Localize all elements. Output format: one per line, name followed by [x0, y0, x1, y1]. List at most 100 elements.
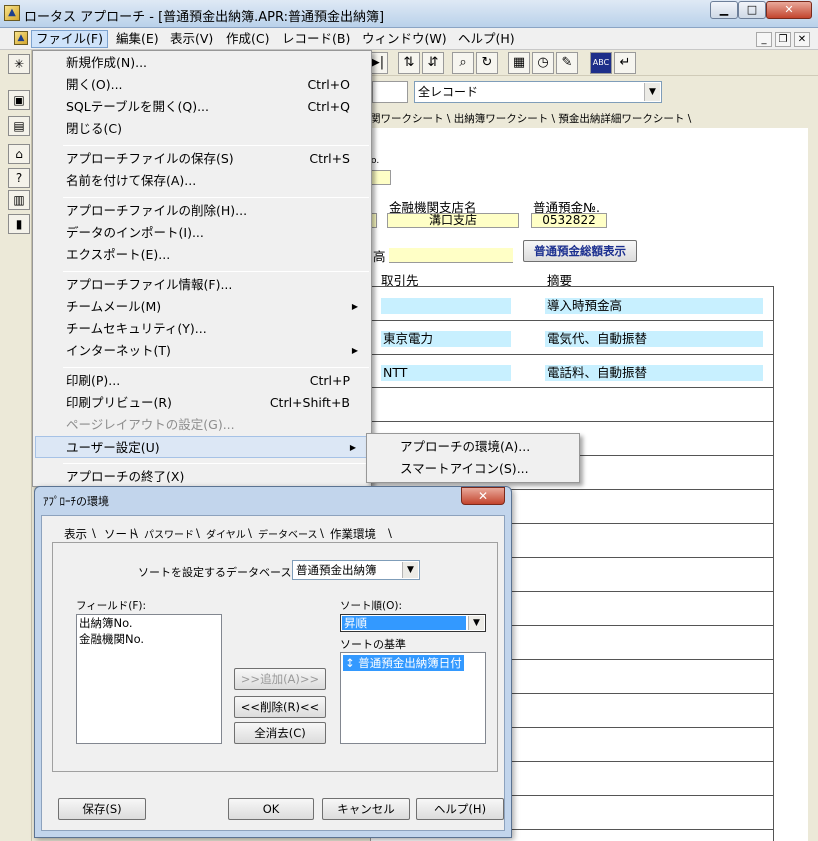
tab-work-environment[interactable]: 作業環境 [330, 526, 376, 542]
menu-item-print-preview[interactable]: 印刷プリビュー(R) Ctrl+Shift+B [34, 392, 370, 414]
menu-record[interactable]: レコード(B) [278, 30, 354, 48]
list-item[interactable]: ↕ 普通預金出納簿日付 [343, 655, 464, 671]
menu-item-user-settings[interactable]: ユーザー設定(U) ▶ [35, 436, 369, 458]
no-field-fragment[interactable] [371, 170, 391, 185]
document-icon[interactable]: ▲ [14, 31, 28, 45]
app-icon[interactable]: ▲ [4, 5, 20, 21]
fields-listbox[interactable]: 出納簿No. 金融機関No. [76, 614, 222, 744]
sort-basis-listbox[interactable]: ↕ 普通預金出納簿日付 [340, 652, 486, 744]
menu-item-save[interactable]: アプローチファイルの保存(S) Ctrl+S [34, 148, 370, 170]
new-record-icon[interactable]: ✳ [8, 54, 30, 74]
browse-icon[interactable]: ▤ [8, 116, 30, 136]
record-counter-field[interactable] [372, 81, 408, 103]
tab-dial[interactable]: ダイヤル [206, 526, 246, 541]
table-row-divider [370, 354, 774, 355]
chart-icon[interactable]: ▮ [8, 214, 30, 234]
partner-cell[interactable] [381, 298, 511, 314]
refresh-icon[interactable]: ↻ [476, 52, 498, 74]
submenu-item-environment[interactable]: アプローチの環境(A)... [368, 436, 578, 458]
remove-button[interactable]: <<削除(R)<< [234, 696, 326, 718]
dialog-close-icon[interactable]: ✕ [461, 487, 505, 505]
maximize-icon[interactable]: □ [738, 1, 766, 19]
tab-password[interactable]: パスワード [144, 526, 194, 541]
spellcheck-icon[interactable]: ABC [590, 52, 612, 74]
worksheet-tabs[interactable]: 関ワークシート \ 出納簿ワークシート \ 預金出納詳細ワークシート \ [370, 111, 691, 128]
find-icon[interactable]: ⌕ [452, 52, 474, 74]
user-settings-submenu: アプローチの環境(A)... スマートアイコン(S)... [366, 433, 580, 483]
menu-item-open-sql[interactable]: SQLテーブルを開く(Q)... Ctrl+Q [34, 96, 370, 118]
balance-field[interactable] [389, 248, 513, 263]
menu-item-new[interactable]: 新規作成(N)... [34, 52, 370, 74]
help-button[interactable]: ヘルプ(H) [416, 798, 504, 820]
menu-item-print[interactable]: 印刷(P)... Ctrl+P [34, 370, 370, 392]
menu-item-internet[interactable]: インターネット(T) ▶ [34, 340, 370, 362]
open-file-icon[interactable]: ▣ [8, 90, 30, 110]
total-balance-button[interactable]: 普通預金総額表示 [523, 240, 637, 262]
table-row-divider [370, 286, 774, 287]
menu-item-team-security[interactable]: チームセキュリティ(Y)... [34, 318, 370, 340]
database-select[interactable]: 普通預金出納簿 ▼ [292, 560, 420, 580]
close-icon[interactable]: ✕ [766, 1, 812, 19]
menu-item-team-mail[interactable]: チームメール(M) ▶ [34, 296, 370, 318]
list-item[interactable]: 出納簿No. [77, 615, 221, 631]
menu-edit[interactable]: 編集(E) [112, 30, 163, 48]
submenu-arrow-icon: ▶ [351, 302, 358, 311]
menu-view[interactable]: 表示(V) [166, 30, 217, 48]
summary-cell[interactable]: 電話料、自動振替 [545, 365, 763, 381]
submenu-arrow-icon: ▶ [351, 346, 358, 355]
mdi-close-icon[interactable]: ✕ [794, 32, 810, 47]
tab-database[interactable]: データベース [258, 526, 318, 541]
sort-ascending-icon[interactable]: ⇅ [398, 52, 420, 74]
menu-create[interactable]: 作成(C) [222, 30, 273, 48]
stamp-icon[interactable]: ✎ [556, 52, 578, 74]
file-menu: 新規作成(N)... 開く(O)... Ctrl+O SQLテーブルを開く(Q).… [32, 50, 372, 487]
submenu-item-smarticons[interactable]: スマートアイコン(S)... [368, 458, 578, 480]
menu-item-save-as[interactable]: 名前を付けて保存(A)... [34, 170, 370, 192]
calendar-icon[interactable]: ▦ [508, 52, 530, 74]
menu-item-close[interactable]: 閉じる(C) [34, 118, 370, 140]
menu-file[interactable]: ファイル(F) [31, 30, 108, 48]
branch-field[interactable]: 溝口支店 [387, 213, 519, 228]
database-icon[interactable]: ▥ [8, 190, 30, 210]
summary-cell[interactable]: 電気代、自動振替 [545, 331, 763, 347]
table-right-border [773, 286, 774, 841]
save-button[interactable]: 保存(S) [58, 798, 146, 820]
menu-window[interactable]: ウィンドウ(W) [358, 30, 451, 48]
chevron-down-icon[interactable]: ▼ [402, 562, 418, 578]
menu-item-export[interactable]: エクスポート(E)... [34, 244, 370, 266]
table-row-divider [370, 421, 774, 422]
menu-item-page-setup: ページレイアウトの設定(G)... [66, 417, 235, 432]
cancel-button[interactable]: キャンセル [322, 798, 410, 820]
add-button[interactable]: >>追加(A)>> [234, 668, 326, 690]
sort-order-select[interactable]: 昇順 ▼ [340, 614, 486, 632]
clock-icon[interactable]: ◷ [532, 52, 554, 74]
menu-bar: ▲ ファイル(F) 編集(E) 表示(V) 作成(C) レコード(B) ウィンド… [0, 28, 818, 50]
minimize-icon[interactable]: ▁ [710, 1, 738, 19]
menu-item-exit[interactable]: アプローチの終了(X) [34, 466, 370, 488]
ok-button[interactable]: OK [228, 798, 314, 820]
chevron-down-icon[interactable]: ▼ [468, 616, 484, 630]
menu-separator [63, 463, 369, 464]
clear-all-button[interactable]: 全消去(C) [234, 722, 326, 744]
menu-separator [63, 367, 369, 368]
submenu-arrow-icon: ▶ [349, 443, 356, 452]
partner-cell[interactable]: 東京電力 [381, 331, 511, 347]
chevron-down-icon[interactable]: ▼ [644, 83, 660, 101]
tab-display[interactable]: 表示 [64, 526, 87, 542]
list-item[interactable]: 金融機関No. [77, 631, 221, 647]
mdi-restore-icon[interactable]: ❐ [775, 32, 791, 47]
partner-cell[interactable]: NTT [381, 365, 511, 381]
menu-help[interactable]: ヘルプ(H) [454, 30, 519, 48]
enter-icon[interactable]: ↵ [614, 52, 636, 74]
menu-item-import[interactable]: データのインポート(I)... [34, 222, 370, 244]
account-field[interactable]: 0532822 [531, 213, 607, 228]
menu-item-file-info[interactable]: アプローチファイル情報(F)... [34, 274, 370, 296]
home-icon[interactable]: ⌂ [8, 144, 30, 164]
sort-descending-icon[interactable]: ⇵ [422, 52, 444, 74]
help-icon[interactable]: ? [8, 168, 30, 188]
menu-item-open[interactable]: 開く(O)... Ctrl+O [34, 74, 370, 96]
summary-cell[interactable]: 導入時預金高 [545, 298, 763, 314]
mdi-minimize-icon[interactable]: _ [756, 32, 772, 47]
menu-item-delete[interactable]: アプローチファイルの削除(H)... [34, 200, 370, 222]
record-filter-select[interactable]: 全レコード ▼ [414, 81, 662, 103]
